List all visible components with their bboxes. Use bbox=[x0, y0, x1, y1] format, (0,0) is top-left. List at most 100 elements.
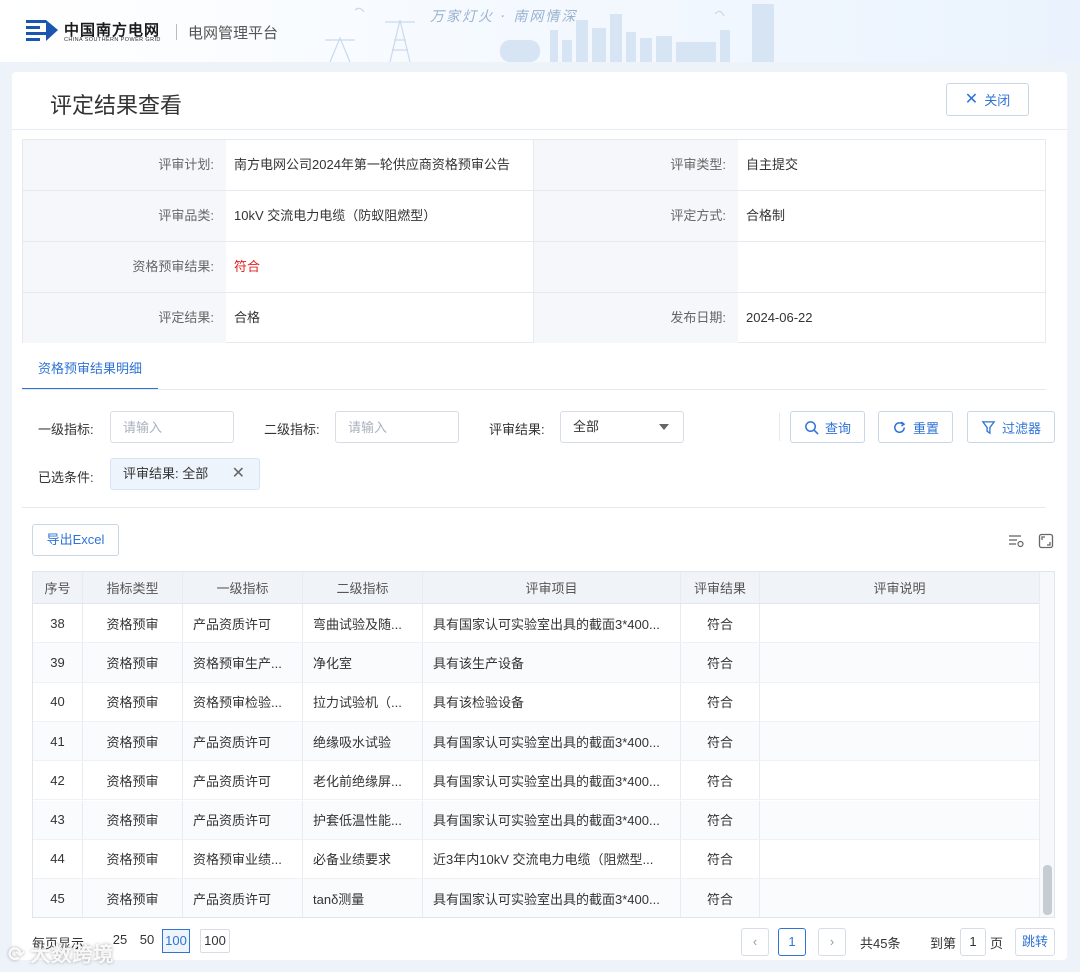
empty-label bbox=[534, 242, 738, 292]
fullscreen-icon[interactable] bbox=[1038, 533, 1054, 549]
table-cell: 资格预审业绩... bbox=[183, 839, 303, 879]
page-title: 评定结果查看 bbox=[50, 93, 183, 118]
plan-value: 南方电网公司2024年第一轮供应商资格预审公告 bbox=[226, 140, 534, 190]
table-cell: 产品资质许可 bbox=[183, 879, 303, 917]
page-1-button[interactable]: 1 bbox=[778, 928, 806, 956]
watermark: ⟳ 大数跨境 bbox=[8, 938, 114, 967]
results-table: 序号 指标类型 一级指标 二级指标 评审项目 评审结果 评审说明 38 资格预审产… bbox=[32, 571, 1055, 918]
table-cell: 资格预审检验... bbox=[183, 682, 303, 721]
table-cell: 42 bbox=[33, 761, 83, 800]
info-row: 评审品类: 10kV 交流电力电缆（防蚁阻燃型） 评定方式: 合格制 bbox=[23, 191, 1045, 242]
refresh-icon bbox=[894, 420, 906, 433]
category-value: 10kV 交流电力电缆（防蚁阻燃型） bbox=[226, 191, 534, 241]
table-cell: 必备业绩要求 bbox=[303, 839, 423, 879]
filter-button[interactable]: 过滤器 bbox=[967, 411, 1055, 443]
table-row[interactable]: 44 资格预审 资格预审业绩... 必备业绩要求 近3年内10kV 交流电力电缆（阻燃型… bbox=[33, 839, 1039, 880]
table-cell: 44 bbox=[33, 839, 83, 879]
platform-title: 电网管理平台 bbox=[188, 25, 279, 42]
chevron-down-icon bbox=[659, 424, 669, 430]
table-cell: 资格预审 bbox=[83, 604, 183, 643]
filter-label: 过滤器 bbox=[1001, 420, 1041, 436]
goto-page-input[interactable]: 1 bbox=[960, 928, 986, 956]
result-select[interactable]: 全部 bbox=[560, 411, 684, 443]
table-cell: 具有国家认可实验室出具的截面3*400... bbox=[423, 800, 681, 839]
page-unit: 页 bbox=[990, 936, 1004, 951]
table-row[interactable]: 40 资格预审 资格预审检验... 拉力试验机（... 具有该检验设备 符合 bbox=[33, 682, 1039, 722]
table-cell: 符合 bbox=[681, 839, 760, 879]
scrollbar-thumb[interactable] bbox=[1043, 865, 1052, 915]
page-size-100[interactable]: 100 bbox=[162, 929, 190, 953]
page-size-input[interactable]: 100 bbox=[200, 929, 230, 953]
close-icon: ✕ bbox=[964, 90, 979, 108]
table-cell: 具有国家认可实验室出具的截面3*400... bbox=[423, 879, 681, 917]
reset-label: 重置 bbox=[912, 420, 939, 436]
selected-conditions-label: 已选条件: bbox=[38, 470, 94, 485]
prev-page-button[interactable]: ‹ bbox=[741, 928, 769, 956]
close-button[interactable]: ✕ 关闭 bbox=[946, 83, 1029, 116]
result-value: 合格 bbox=[226, 293, 534, 343]
export-excel-button[interactable]: 导出Excel bbox=[32, 524, 119, 556]
result-label: 评定结果: bbox=[23, 293, 226, 343]
plan-label: 评审计划: bbox=[23, 140, 226, 190]
query-button[interactable]: 查询 bbox=[790, 411, 865, 443]
total-count: 共45条 bbox=[860, 936, 901, 951]
table-row[interactable]: 45 资格预审 产品资质许可 tanδ测量 具有国家认可实验室出具的截面3*400...… bbox=[33, 879, 1039, 917]
table-scrollbar[interactable] bbox=[1039, 572, 1054, 917]
date-value: 2024-06-22 bbox=[746, 310, 813, 325]
table-cell: 产品资质许可 bbox=[183, 604, 303, 643]
table-cell: 绝缘吸水试验 bbox=[303, 721, 423, 761]
method-value: 合格制 bbox=[746, 208, 786, 223]
table-cell: 具有国家认可实验室出具的截面3*400... bbox=[423, 721, 681, 761]
table-cell: 资格预审 bbox=[83, 800, 183, 839]
filter-separator bbox=[779, 413, 780, 441]
table-cell: 具有国家认可实验室出具的截面3*400... bbox=[423, 761, 681, 800]
header-cell: 指标类型 bbox=[83, 572, 183, 603]
remove-chip-icon[interactable]: ✕ bbox=[232, 459, 245, 489]
table-row[interactable]: 43 资格预审 产品资质许可 护套低温性能... 具有国家认可实验室出具的截面3*400… bbox=[33, 800, 1039, 840]
table-cell: 45 bbox=[33, 879, 83, 917]
table-cell bbox=[760, 683, 1039, 721]
type-value: 自主提交 bbox=[746, 157, 799, 172]
tab-prequal-details[interactable]: 资格预审结果明细 bbox=[22, 352, 158, 390]
table-cell: 资格预审生产... bbox=[183, 643, 303, 682]
table-cell: 具有该生产设备 bbox=[423, 643, 681, 682]
header-cell: 序号 bbox=[33, 572, 83, 603]
table-cell: 资格预审 bbox=[83, 879, 183, 917]
table-cell: 净化室 bbox=[303, 643, 423, 682]
table-cell: 产品资质许可 bbox=[183, 800, 303, 839]
jump-button[interactable]: 跳转 bbox=[1015, 928, 1055, 956]
table-cell: 产品资质许可 bbox=[183, 761, 303, 800]
table-cell: 40 bbox=[33, 682, 83, 721]
result-filter-label: 评审结果: bbox=[489, 422, 545, 437]
table-row[interactable]: 38 资格预审 产品资质许可 弯曲试验及随... 具有国家认可实验室出具的截面3*400… bbox=[33, 604, 1039, 644]
table-cell: 43 bbox=[33, 800, 83, 839]
level2-input[interactable] bbox=[335, 411, 459, 443]
prequal-value: 符合 bbox=[226, 242, 534, 292]
header-cell: 评审结果 bbox=[681, 572, 760, 603]
table-cell: 资格预审 bbox=[83, 643, 183, 682]
table-row[interactable]: 39 资格预审 资格预审生产... 净化室 具有该生产设备 符合 bbox=[33, 643, 1039, 683]
chip-text: 评审结果: 全部 bbox=[123, 466, 209, 481]
table-cell: 老化前绝缘屏... bbox=[303, 761, 423, 800]
level1-input[interactable] bbox=[110, 411, 234, 443]
table-cell: 产品资质许可 bbox=[183, 721, 303, 761]
info-row: 资格预审结果: 符合 bbox=[23, 242, 1045, 293]
type-label: 评审类型: bbox=[534, 140, 738, 190]
table-cell: 符合 bbox=[681, 643, 760, 682]
table-row[interactable]: 41 资格预审 产品资质许可 绝缘吸水试验 具有国家认可实验室出具的截面3*400...… bbox=[33, 721, 1039, 762]
header-cell: 一级指标 bbox=[183, 572, 303, 603]
close-label: 关闭 bbox=[984, 93, 1011, 108]
info-row: 评审计划: 南方电网公司2024年第一轮供应商资格预审公告 评审类型: 自主提交 bbox=[23, 140, 1045, 191]
tab-divider bbox=[22, 389, 1046, 390]
result-panel: 评定结果查看 ✕ 关闭 评审计划: 南方电网公司2024年第一轮供应商资格预审公… bbox=[12, 72, 1067, 960]
table-cell: 资格预审 bbox=[83, 761, 183, 800]
reset-button[interactable]: 重置 bbox=[878, 411, 953, 443]
column-settings-icon[interactable] bbox=[1008, 533, 1024, 549]
table-cell: 41 bbox=[33, 721, 83, 761]
goto-label: 到第 bbox=[930, 936, 957, 951]
page-size-50[interactable]: 50 bbox=[134, 929, 160, 953]
condition-chip: 评审结果: 全部 ✕ bbox=[110, 458, 260, 490]
table-cell bbox=[760, 879, 1039, 917]
next-page-button[interactable]: › bbox=[818, 928, 846, 956]
table-row[interactable]: 42 资格预审 产品资质许可 老化前绝缘屏... 具有国家认可实验室出具的截面3*400… bbox=[33, 761, 1039, 801]
